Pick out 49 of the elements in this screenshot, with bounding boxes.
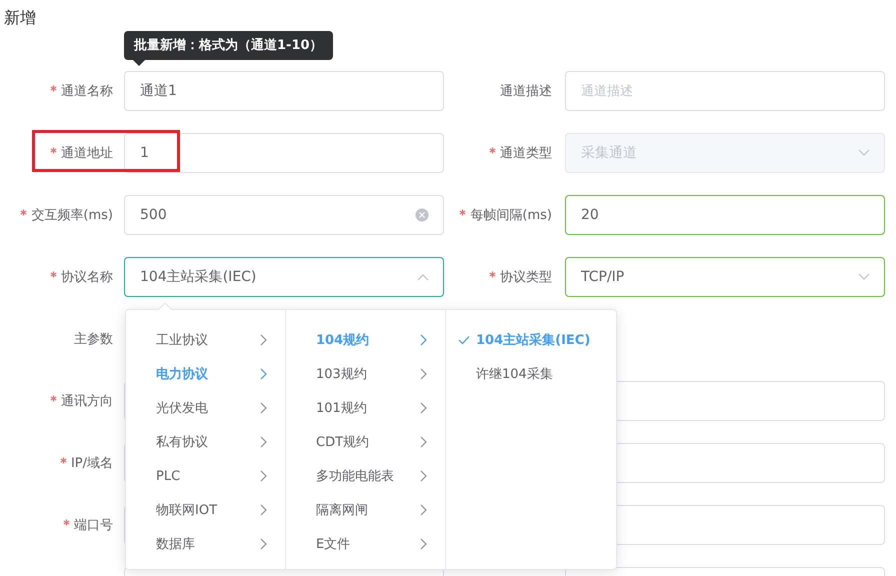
field-label: IP/域名 bbox=[70, 455, 113, 472]
chevron-right-icon bbox=[260, 436, 268, 448]
field-label: 通讯方向 bbox=[61, 393, 113, 410]
field-label: 每帧间隔(ms) bbox=[470, 207, 552, 224]
cascader-field[interactable]: 104主站采集(IEC) bbox=[124, 257, 444, 297]
field-label: 端口号 bbox=[74, 517, 113, 534]
menu-item[interactable]: E文件 bbox=[286, 527, 445, 561]
menu-item[interactable]: 多功能电能表 bbox=[286, 459, 445, 493]
field-label: 通道地址 bbox=[61, 145, 113, 162]
menu-item[interactable]: CDT规约 bbox=[286, 425, 445, 459]
chevron-right-icon bbox=[260, 368, 268, 380]
input-field[interactable]: 500 bbox=[124, 195, 444, 235]
chevron-right-icon bbox=[260, 538, 268, 550]
menu-item[interactable]: 光伏发电 bbox=[126, 391, 285, 425]
field-label: 交互频率(ms) bbox=[31, 207, 113, 224]
chevron-right-icon bbox=[420, 368, 428, 380]
chevron-right-icon bbox=[260, 470, 268, 482]
field-label: 通道类型 bbox=[500, 145, 552, 162]
chevron-right-icon bbox=[420, 470, 428, 482]
chevron-right-icon bbox=[420, 402, 428, 414]
chevron-right-icon bbox=[420, 436, 428, 448]
field-label: 协议名称 bbox=[61, 269, 113, 286]
check-icon bbox=[458, 335, 470, 345]
select-field[interactable]: TCP/IP bbox=[565, 257, 885, 297]
menu-item[interactable]: 许继104采集 bbox=[446, 357, 616, 391]
menu-item[interactable]: 物联网IOT bbox=[126, 493, 285, 527]
menu-item[interactable]: 103规约 bbox=[286, 357, 445, 391]
field-label: 通道描述 bbox=[500, 83, 552, 100]
input-field[interactable]: 通道1 bbox=[124, 71, 444, 111]
menu-item[interactable]: 数据库 bbox=[126, 527, 285, 561]
field-label: 协议类型 bbox=[500, 269, 552, 286]
menu-item[interactable]: 工业协议 bbox=[126, 323, 285, 357]
tooltip: 批量新增：格式为（通道1-10） bbox=[124, 31, 333, 60]
tooltip-arrow-icon bbox=[133, 60, 145, 66]
field-label: 通道名称 bbox=[61, 83, 113, 100]
chevron-right-icon bbox=[420, 334, 428, 346]
chevron-right-icon bbox=[420, 504, 428, 516]
chevron-right-icon bbox=[420, 538, 428, 550]
chevron-right-icon bbox=[260, 504, 268, 516]
menu-item[interactable]: 私有协议 bbox=[126, 425, 285, 459]
menu-item[interactable]: PLC bbox=[126, 459, 285, 493]
menu-item[interactable]: 隔离网闸 bbox=[286, 493, 445, 527]
field-label: 主参数 bbox=[74, 331, 113, 348]
chevron-right-icon bbox=[260, 402, 268, 414]
menu-item[interactable]: 101规约 bbox=[286, 391, 445, 425]
input-field[interactable]: 20 bbox=[565, 195, 885, 235]
chevron-right-icon bbox=[260, 334, 268, 346]
page-title: 新增 bbox=[3, 7, 37, 29]
input-field[interactable]: 1 bbox=[124, 133, 444, 173]
